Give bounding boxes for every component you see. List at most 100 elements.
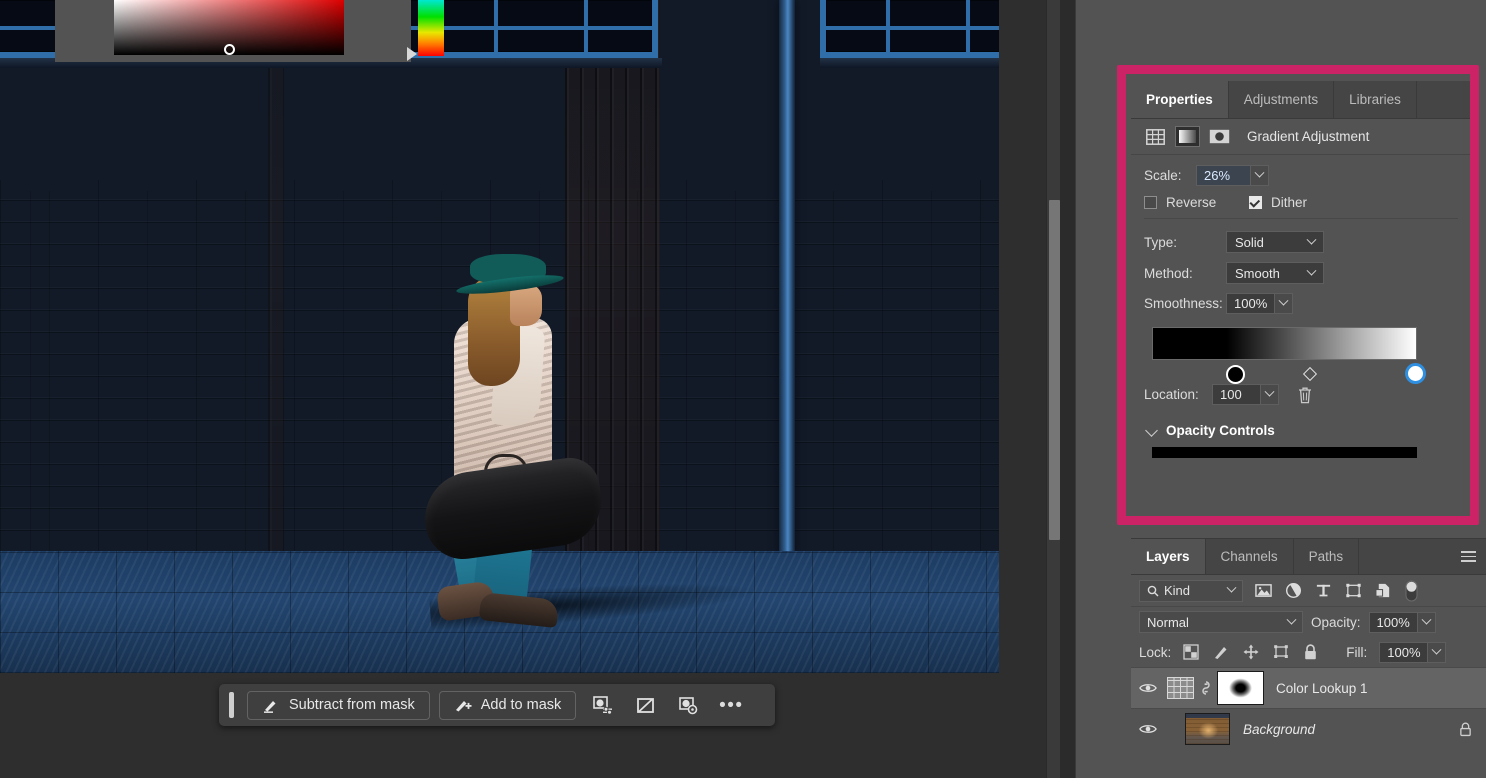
tab-layers-label: Layers (1146, 549, 1190, 564)
gradient-midpoint-marker[interactable] (1302, 366, 1318, 382)
lock-image-icon[interactable] (1213, 644, 1229, 660)
scale-label: Scale: (1144, 168, 1182, 183)
smoothness-input[interactable]: 100% (1226, 293, 1274, 314)
filter-kind-select[interactable]: Kind (1139, 579, 1243, 602)
properties-header: Gradient Adjustment (1131, 119, 1471, 155)
location-dropdown-button[interactable] (1260, 384, 1279, 405)
scale-dropdown-button[interactable] (1250, 165, 1269, 186)
tab-properties[interactable]: Properties (1131, 81, 1229, 118)
tab-channels-label: Channels (1220, 549, 1278, 564)
toolbar-drag-handle[interactable] (229, 692, 234, 718)
more-options-button[interactable]: ••• (714, 690, 748, 720)
layers-panel: Layers Channels Paths Kind Normal Opacit… (1131, 538, 1486, 778)
table-row[interactable]: Background (1131, 708, 1486, 749)
mask-settings-icon (592, 695, 612, 715)
hue-slider-marker[interactable] (407, 47, 417, 61)
tab-libraries[interactable]: Libraries (1334, 81, 1417, 118)
dither-checkbox[interactable] (1249, 196, 1262, 209)
scale-control[interactable]: 26% (1196, 165, 1269, 186)
layer-mask-thumbnail[interactable] (1217, 671, 1264, 705)
lock-transparency-icon[interactable] (1183, 644, 1199, 660)
smoothness-control[interactable]: 100% (1226, 293, 1293, 314)
layer-thumbnail-background[interactable] (1185, 713, 1230, 745)
layer-opacity-control[interactable]: 100% (1368, 611, 1436, 633)
method-select[interactable]: Smooth (1226, 262, 1324, 284)
lock-artboard-icon[interactable] (1273, 644, 1289, 660)
hue-strip[interactable] (418, 0, 444, 56)
canvas-vertical-scrollbar[interactable] (1046, 0, 1060, 778)
reverse-dither-row: Reverse Dither (1144, 195, 1458, 210)
add-to-mask-button[interactable]: Add to mask (438, 690, 577, 720)
gradient-stop-black[interactable] (1226, 365, 1245, 384)
lock-position-icon[interactable] (1243, 644, 1259, 660)
chevron-down-icon (1264, 386, 1275, 397)
filter-pixel-icon[interactable] (1255, 582, 1272, 599)
canvas-scroll-thumb[interactable] (1049, 200, 1060, 540)
gradient-preview-bar[interactable] (1152, 327, 1417, 360)
fill-control[interactable]: 100% (1379, 641, 1447, 663)
trash-icon[interactable] (1297, 386, 1313, 404)
subtract-from-mask-label: Subtract from mask (289, 697, 415, 713)
dither-label: Dither (1271, 195, 1308, 210)
layer-filter-row: Kind (1131, 575, 1486, 607)
chevron-down-icon (1421, 614, 1431, 625)
layer-locked-icon[interactable] (1459, 722, 1472, 737)
eye-icon[interactable] (1139, 722, 1157, 736)
smoothness-row: Smoothness: 100% (1144, 293, 1458, 314)
filter-adjustment-icon[interactable] (1285, 582, 1302, 599)
smoothness-dropdown-button[interactable] (1274, 293, 1293, 314)
grid-thumbnail-icon[interactable] (1143, 126, 1168, 147)
tab-adjustments[interactable]: Adjustments (1228, 81, 1335, 118)
eye-icon[interactable] (1139, 681, 1157, 695)
tabbar-filler (1416, 81, 1471, 118)
method-value: Smooth (1235, 265, 1280, 281)
reverse-checkbox[interactable] (1144, 196, 1157, 209)
smoothness-label: Smoothness: (1144, 296, 1223, 311)
panel-menu-icon[interactable] (1461, 551, 1476, 562)
location-control[interactable]: 100 (1212, 384, 1279, 405)
layers-tabbar: Layers Channels Paths (1131, 539, 1486, 575)
fill-dropdown-button[interactable] (1427, 641, 1447, 663)
filter-type-icon[interactable] (1315, 582, 1332, 599)
location-input[interactable]: 100 (1212, 384, 1260, 405)
tab-channels[interactable]: Channels (1205, 539, 1294, 574)
filter-enable-toggle[interactable] (1405, 580, 1418, 602)
type-select[interactable]: Solid (1226, 231, 1324, 253)
lock-icon-group (1183, 643, 1318, 661)
subtract-from-mask-button[interactable]: Subtract from mask (247, 690, 430, 720)
tab-paths[interactable]: Paths (1293, 539, 1360, 574)
saturation-value-field[interactable] (114, 0, 344, 55)
fill-input[interactable]: 100% (1379, 641, 1428, 663)
layer-opacity-input[interactable]: 100% (1368, 611, 1417, 633)
mask-settings-button[interactable] (585, 690, 619, 720)
layer-thumbnail-colorlookup[interactable] (1167, 677, 1194, 699)
lock-row: Lock: Fill: 100% (1131, 637, 1486, 667)
opacity-label: Opacity: (1311, 614, 1361, 630)
gradient-editor[interactable] (1152, 327, 1425, 384)
layer-opacity-dropdown-button[interactable] (1416, 611, 1436, 633)
lock-all-icon[interactable] (1303, 643, 1318, 661)
opacity-gradient-bar[interactable] (1152, 447, 1417, 458)
gradient-thumbnail-icon[interactable] (1175, 126, 1200, 147)
brick-band-left (268, 0, 284, 553)
filter-smartobject-icon[interactable] (1375, 582, 1392, 599)
document-image[interactable] (0, 0, 999, 673)
type-value: Solid (1235, 234, 1264, 250)
filter-icon-group (1255, 580, 1418, 602)
color-picker-marker[interactable] (224, 44, 235, 55)
link-icon[interactable] (1199, 678, 1213, 698)
mask-floating-toolbar[interactable]: Subtract from mask Add to mask ••• (219, 684, 775, 726)
mask-view-button[interactable] (671, 690, 705, 720)
mask-thumbnail-icon[interactable] (1207, 126, 1232, 147)
tab-layers[interactable]: Layers (1131, 539, 1206, 574)
opacity-controls-section[interactable]: Opacity Controls (1144, 423, 1458, 438)
brush-minus-icon (264, 701, 276, 713)
blend-mode-select[interactable]: Normal (1139, 611, 1303, 633)
scale-input[interactable]: 26% (1196, 165, 1250, 186)
disable-mask-button[interactable] (628, 690, 662, 720)
filter-shape-icon[interactable] (1345, 582, 1362, 599)
table-row[interactable]: Color Lookup 1 (1131, 667, 1486, 708)
method-label: Method: (1144, 265, 1193, 281)
gradient-stop-white[interactable] (1406, 364, 1425, 383)
properties-body: Scale: 26% Reverse Dither Type: Solid Me… (1131, 155, 1471, 458)
